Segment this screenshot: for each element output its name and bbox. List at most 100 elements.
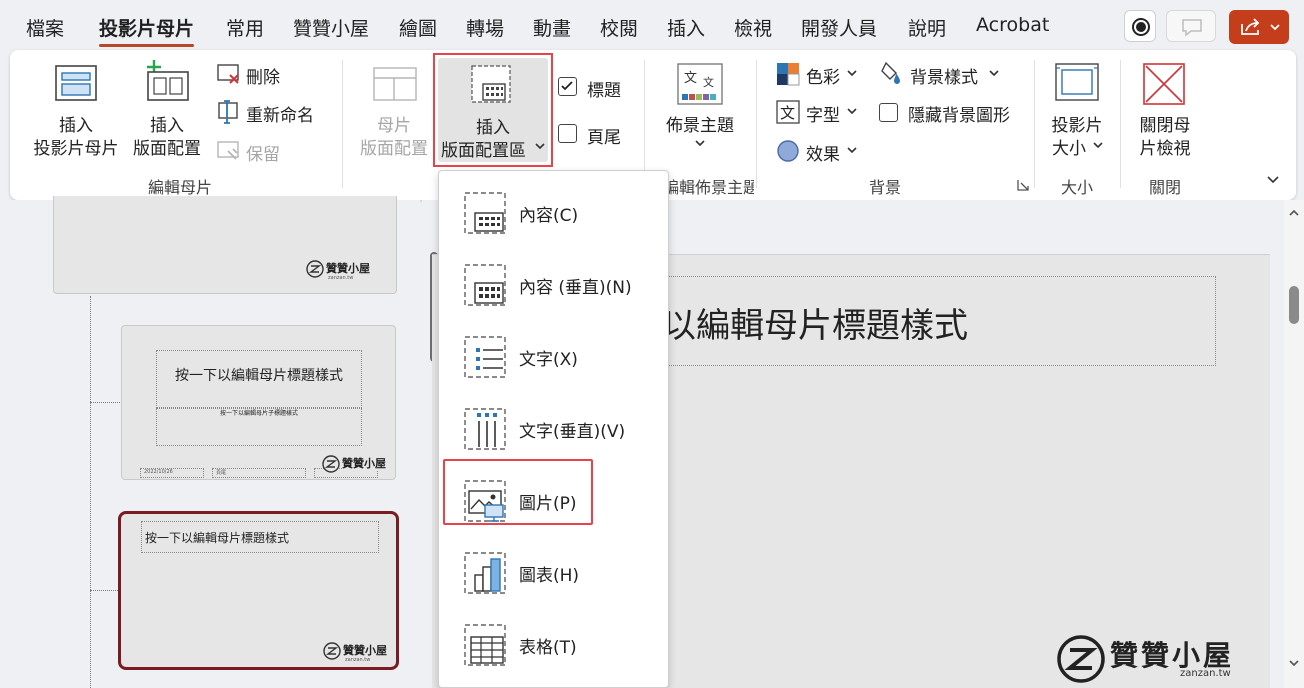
chevron-down-icon[interactable] [846, 68, 858, 78]
slide-master-thumbnail[interactable]: 贊贊小屋 zanzan.tw [53, 196, 397, 294]
tab-zanzan[interactable]: 贊贊小屋 [293, 14, 369, 41]
tab-slide-master[interactable]: 投影片母片 [99, 14, 195, 47]
tab-developer[interactable]: 開發人員 [801, 14, 877, 41]
tab-draw[interactable]: 繪圖 [399, 14, 437, 41]
content-placeholder-icon [464, 192, 506, 234]
group-label-size: 大小 [1060, 178, 1093, 197]
chevron-down-icon[interactable] [694, 138, 706, 148]
title-placeholder-text[interactable]: 以編輯母片標題樣式 [662, 298, 968, 347]
insert-slide-master-label-2[interactable]: 投影片母片 [30, 134, 122, 159]
separator [342, 60, 343, 188]
layout-thumbnail-title[interactable]: 按一下以編輯母片標題樣式 按一下以編輯母片子標題樣式 2022/10/26 頁尾… [121, 325, 396, 480]
thumbnail-tree-branch [90, 402, 120, 403]
colors-button[interactable]: 色彩 [806, 63, 840, 88]
record-button[interactable] [1124, 10, 1156, 42]
themes-icon[interactable]: 文 文 [676, 62, 724, 108]
tab-animations[interactable]: 動畫 [533, 14, 571, 41]
menu-item-label: 圖表(H) [519, 566, 580, 586]
scrollbar-thumb[interactable] [1289, 286, 1299, 324]
chevron-down-icon[interactable] [846, 145, 858, 155]
rename-button[interactable]: 重新命名 [246, 101, 314, 126]
scroll-down-icon[interactable] [1288, 658, 1300, 668]
vertical-scrollbar[interactable] [1284, 200, 1304, 688]
zanzan-logo-text: 贊贊小屋 [342, 455, 386, 471]
menu-item-label: 內容 (垂直)(N) [519, 278, 632, 298]
preserve-icon [217, 141, 239, 160]
hide-background-checkbox[interactable] [879, 103, 898, 122]
close-master-view-label-1[interactable]: 關閉母 [1130, 111, 1200, 136]
insert-layout-label-1[interactable]: 插入 [125, 111, 209, 136]
footer-checkbox-label[interactable]: 頁尾 [587, 123, 621, 148]
master-layout-label-2: 版面配置 [360, 139, 428, 159]
separator [1034, 60, 1035, 188]
thumb-date-text: 2022/10/26 [144, 469, 173, 475]
fonts-icon[interactable]: 文 [776, 100, 800, 124]
slide-size-label-2[interactable]: 大小 [1052, 134, 1086, 159]
colors-icon[interactable] [776, 62, 800, 86]
zanzan-logo-text: 贊贊小屋 [326, 262, 370, 275]
footer-checkbox[interactable] [558, 124, 577, 143]
thumb-subtitle-text: 按一下以編輯母片子標題樣式 [219, 410, 298, 417]
slide-size-icon[interactable] [1054, 62, 1100, 104]
zanzan-logo-icon [306, 260, 324, 278]
chevron-down-icon[interactable] [1092, 140, 1104, 150]
insert-layout-label-2[interactable]: 版面配置 [125, 134, 209, 159]
insert-slide-master-icon[interactable] [54, 64, 98, 108]
title-checkbox-label[interactable]: 標題 [587, 76, 621, 101]
menu-item-content-vertical[interactable]: 內容 (垂直)(N) [455, 257, 655, 313]
tab-acrobat[interactable]: Acrobat [976, 14, 1049, 36]
thumbnail-tree-line [90, 296, 91, 688]
thumb-title-text: 按一下以編輯母片標題樣式 [145, 531, 290, 545]
insert-layout-icon[interactable] [142, 58, 192, 108]
dialog-launcher-icon[interactable] [1016, 178, 1030, 192]
fonts-button[interactable]: 字型 [806, 101, 840, 126]
collapse-ribbon-icon[interactable] [1266, 174, 1280, 186]
rename-icon[interactable] [216, 100, 242, 124]
themes-button[interactable]: 佈景主題 [655, 111, 745, 136]
background-styles-icon[interactable] [880, 61, 904, 87]
menu-item-chart[interactable]: 圖表(H) [455, 545, 655, 601]
tab-view[interactable]: 檢視 [734, 14, 772, 41]
menu-item-text[interactable]: 文字(X) [455, 329, 655, 385]
menu-item-table[interactable]: 表格(T) [455, 617, 655, 673]
master-layout-label-1: 母片 [377, 116, 411, 136]
chart-placeholder-icon [464, 552, 506, 594]
title-checkbox[interactable] [558, 77, 577, 96]
tab-home[interactable]: 常用 [226, 14, 264, 41]
tab-review[interactable]: 校閱 [600, 14, 638, 41]
background-styles-button[interactable]: 背景樣式 [910, 63, 978, 88]
separator [756, 60, 757, 188]
text-placeholder-icon [464, 336, 506, 378]
scroll-up-icon[interactable] [1288, 208, 1300, 218]
delete-button[interactable]: 刪除 [246, 63, 280, 88]
close-master-view-label-2[interactable]: 片檢視 [1130, 134, 1200, 159]
tab-insert[interactable]: 插入 [667, 14, 705, 41]
slide-size-label-1[interactable]: 投影片 [1040, 111, 1114, 136]
chevron-down-icon[interactable] [846, 106, 858, 116]
menu-item-label: 表格(T) [519, 638, 577, 658]
menu-item-content[interactable]: 內容(C) [455, 185, 655, 241]
insert-slide-master-label-1[interactable]: 插入 [32, 111, 120, 136]
chevron-down-icon[interactable] [988, 68, 1000, 78]
tab-transitions[interactable]: 轉場 [466, 14, 504, 41]
comments-button[interactable] [1166, 10, 1216, 42]
highlight-insert-placeholder [433, 53, 553, 167]
preserve-button: 保留 [246, 145, 280, 165]
svg-text:文: 文 [703, 75, 714, 89]
checkmark-icon [561, 81, 573, 91]
content-vertical-placeholder-icon [464, 264, 506, 306]
share-button[interactable] [1229, 10, 1289, 44]
text-vertical-placeholder-icon [464, 408, 506, 450]
svg-text:文: 文 [780, 104, 795, 122]
layout-thumbnail-title-only-selected[interactable]: 按一下以編輯母片標題樣式 贊贊小屋 zanzan.tw [118, 511, 399, 670]
hide-background-label[interactable]: 隱藏背景圖形 [908, 101, 1010, 126]
close-master-view-icon[interactable] [1142, 62, 1186, 106]
tab-help[interactable]: 說明 [908, 14, 946, 41]
menu-item-text-vertical[interactable]: 文字(垂直)(V) [455, 401, 655, 457]
zanzan-logo-text: 贊贊小屋 [343, 644, 387, 657]
effects-button[interactable]: 效果 [806, 140, 840, 165]
tab-file[interactable]: 檔案 [26, 14, 64, 41]
delete-icon[interactable] [216, 62, 242, 86]
effects-icon[interactable] [776, 139, 800, 163]
zanzan-logo-icon [322, 455, 340, 473]
